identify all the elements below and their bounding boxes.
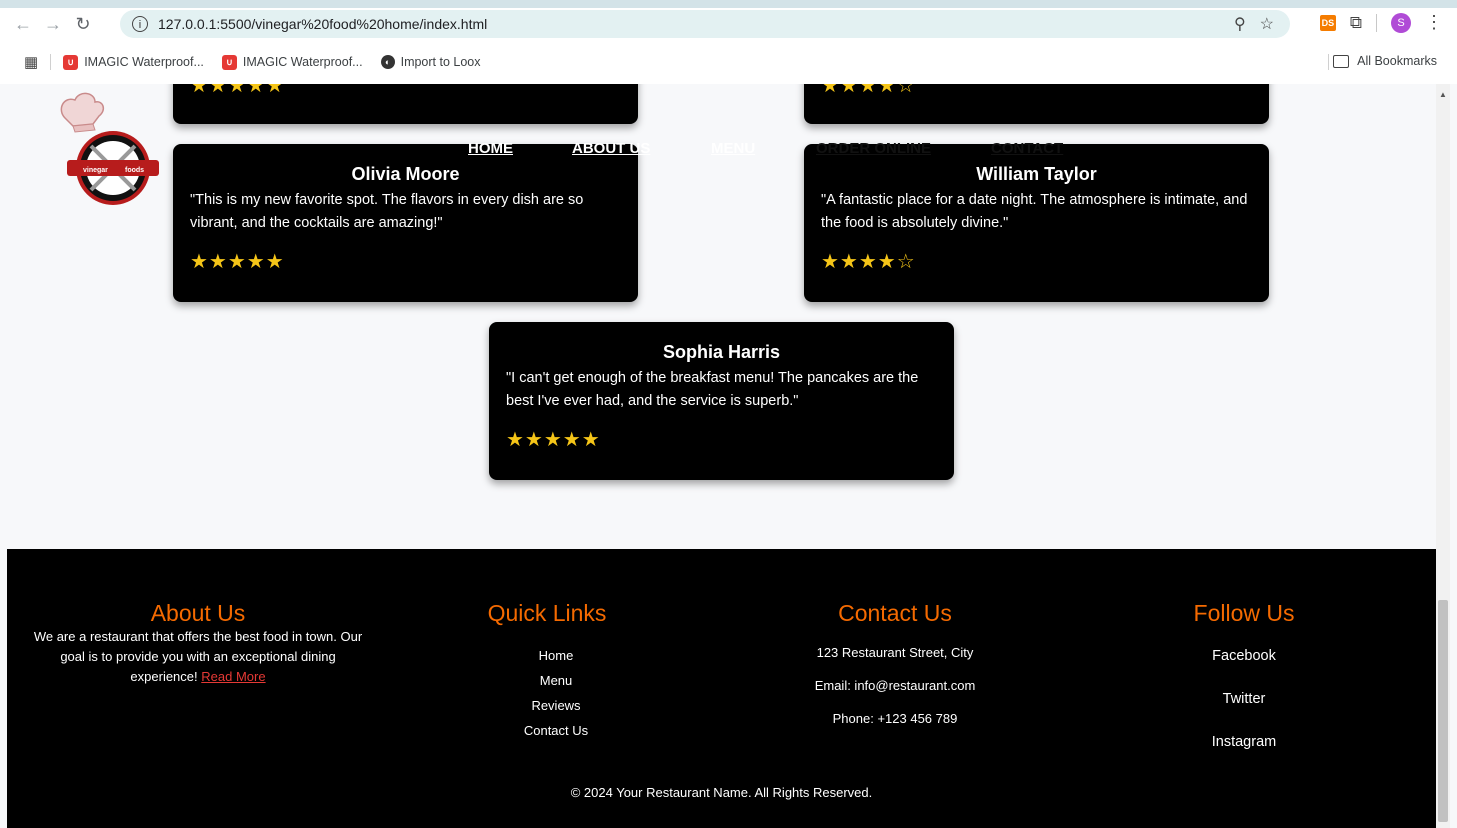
site-footer: About Us We are a restaurant that offers… (7, 549, 1436, 828)
restaurant-logo[interactable]: vinegar foods (53, 90, 161, 210)
bookmarks-divider (50, 54, 52, 70)
bookmark-item[interactable]: ◐ Import to Loox (380, 55, 481, 69)
profile-avatar[interactable]: S (1391, 12, 1411, 33)
footer-quick-links-title: Quick Links (487, 600, 607, 626)
social-links-list: Facebook Twitter Instagram (1144, 635, 1344, 764)
footer-follow: Follow Us Facebook Twitter Instagram (1144, 600, 1344, 764)
footer-about-text: We are a restaurant that offers the best… (33, 627, 363, 687)
quick-links-list: Home Menu Reviews Contact Us (447, 643, 647, 743)
star-rating: ★★★★★ (190, 251, 285, 273)
site-info-icon[interactable]: i (132, 16, 148, 32)
review-card-olivia: Olivia Moore "This is my new favorite sp… (173, 144, 638, 302)
footer-link-contact[interactable]: Contact Us (465, 718, 647, 743)
bookmark-label: IMAGIC Waterproof... (242, 55, 363, 69)
twitter-link[interactable]: Twitter (1144, 678, 1344, 721)
all-bookmarks-label: All Bookmarks (1357, 54, 1437, 68)
bookmark-item[interactable]: ∪ IMAGIC Waterproof... (221, 54, 363, 70)
contact-address: 123 Restaurant Street, City (816, 645, 974, 660)
bookmarks-bar: ▦ ∪ IMAGIC Waterproof... ∪ IMAGIC Waterp… (0, 40, 1457, 84)
apps-grid-icon[interactable]: ▦ (24, 53, 38, 71)
footer-about: About Us We are a restaurant that offers… (33, 600, 363, 687)
footer-about-title: About Us (150, 600, 246, 626)
footer-link-menu[interactable]: Menu (465, 668, 647, 693)
star-rating: ★★★★★ (190, 84, 285, 97)
extensions-puzzle-icon[interactable]: ⧉ (1350, 13, 1362, 33)
star-rating: ★★★★☆ (821, 251, 916, 273)
imagic-favicon-icon: ∪ (221, 54, 237, 70)
page-scrollbar[interactable]: ▲ (1436, 84, 1450, 828)
about-description: We are a restaurant that offers the best… (33, 629, 363, 684)
star-rating: ★★★★☆ (821, 84, 916, 97)
contact-email: Email: info@restaurant.com (814, 678, 976, 693)
star-rating: ★★★★★ (506, 429, 601, 451)
nav-menu-link[interactable]: MENU (711, 140, 755, 157)
toolbar-divider (1376, 13, 1377, 32)
imagic-favicon-icon: ∪ (63, 54, 79, 70)
scrollbar-thumb[interactable] (1438, 600, 1448, 822)
nav-contact-link[interactable]: CONTACT (991, 140, 1063, 157)
read-more-link[interactable]: Read More (201, 669, 265, 684)
page-viewport: ★★★★★ ★★★★☆ Olivia Moore "This is my new… (7, 84, 1436, 828)
nav-about-link[interactable]: ABOUT US (572, 140, 650, 157)
folder-icon (1333, 54, 1350, 68)
review-card: ★★★★☆ (804, 84, 1269, 124)
footer-contact-title: Contact Us (838, 600, 952, 626)
review-card: ★★★★★ (173, 84, 638, 124)
browser-toolbar: ← → ↻ i 127.0.0.1:5500/vinegar%20food%20… (0, 8, 1457, 40)
review-text: "This is my new favorite spot. The flavo… (190, 192, 584, 231)
nav-home-link[interactable]: HOME (468, 140, 513, 157)
bookmark-star-icon[interactable]: ☆ (1260, 14, 1274, 34)
scroll-up-arrow-icon[interactable]: ▲ (1439, 90, 1447, 99)
bookmarks-divider (1328, 54, 1329, 70)
bookmark-label: IMAGIC Waterproof... (84, 55, 204, 69)
reviewer-name: Sophia Harris (662, 342, 781, 362)
footer-contact: Contact Us 123 Restaurant Street, City E… (775, 600, 1015, 726)
footer-copyright: © 2024 Your Restaurant Name. All Rights … (570, 785, 873, 800)
kebab-menu-icon[interactable]: ⋮ (1425, 12, 1443, 33)
globe-icon: ◐ (380, 55, 395, 69)
ds-extension-icon[interactable]: DS (1319, 14, 1336, 31)
address-bar[interactable]: i 127.0.0.1:5500/vinegar%20food%20home/i… (120, 10, 1290, 38)
footer-link-reviews[interactable]: Reviews (465, 693, 647, 718)
contact-phone: Phone: +123 456 789 (832, 711, 958, 726)
bookmark-label: Import to Loox (400, 55, 481, 69)
url-text: 127.0.0.1:5500/vinegar%20food%20home/ind… (158, 16, 488, 32)
footer-link-home[interactable]: Home (465, 643, 647, 668)
tab-strip (0, 0, 1457, 8)
review-text: "A fantastic place for a date night. The… (821, 192, 1248, 231)
footer-follow-title: Follow Us (1193, 600, 1295, 626)
all-bookmarks-button[interactable]: All Bookmarks (1333, 54, 1437, 68)
review-text: "I can't get enough of the breakfast men… (506, 370, 919, 409)
footer-quick-links: Quick Links Home Menu Reviews Contact Us (447, 600, 647, 743)
facebook-link[interactable]: Facebook (1144, 635, 1344, 678)
logo-left-word: vinegar (83, 167, 108, 174)
review-card-william: William Taylor "A fantastic place for a … (804, 144, 1269, 302)
zoom-icon[interactable]: ⚲ (1234, 14, 1246, 34)
logo-right-word: foods (125, 167, 144, 174)
nav-order-link[interactable]: ORDER ONLINE (816, 140, 931, 157)
reviewer-name: Olivia Moore (351, 164, 460, 184)
back-arrow-icon[interactable]: ← (8, 14, 38, 35)
instagram-link[interactable]: Instagram (1144, 721, 1344, 764)
reload-icon[interactable]: ↻ (68, 14, 98, 35)
bookmark-item[interactable]: ∪ IMAGIC Waterproof... (63, 54, 204, 70)
forward-arrow-icon[interactable]: → (38, 14, 68, 35)
reviewer-name: William Taylor (976, 164, 1097, 184)
review-card-sophia: Sophia Harris "I can't get enough of the… (489, 322, 954, 480)
